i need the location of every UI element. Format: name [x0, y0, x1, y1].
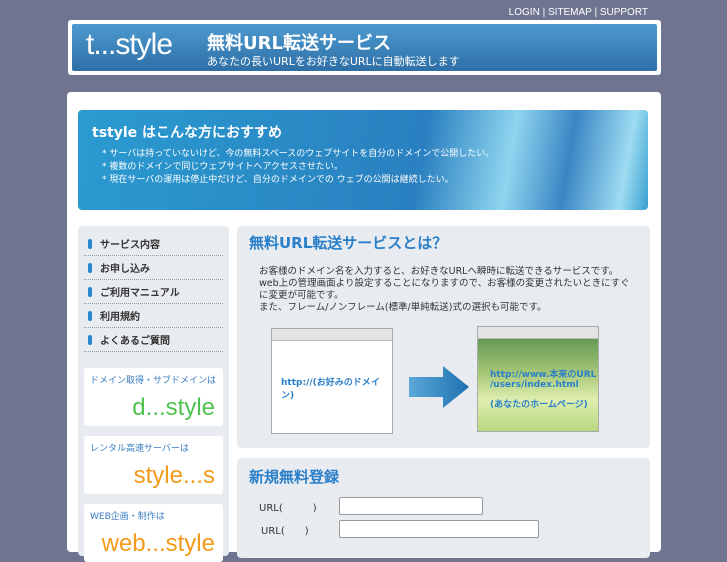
nav-label: サービス内容: [100, 240, 160, 251]
ad-dstyle[interactable]: ドメイン取得・サブドメインは d...style: [84, 368, 223, 426]
sitemap-link[interactable]: SITEMAP: [548, 7, 592, 18]
site-title: 無料URL転送サービス: [207, 33, 391, 54]
sidebar: サービス内容 お申し込み ご利用マニュアル 利用規約 よくあるご質問 ドメイン取…: [78, 226, 229, 562]
bullet-icon: [88, 334, 92, 345]
bullet-icon: [88, 238, 92, 249]
bullet-icon: [88, 310, 92, 321]
after-label-url: http://www.本来のURL: [490, 370, 597, 380]
ad-logo: d...style: [132, 394, 215, 421]
nav-terms[interactable]: 利用規約: [84, 304, 223, 328]
nav-faq[interactable]: よくあるご質問: [84, 328, 223, 352]
banner-title: tstyle はこんな方におすすめ: [92, 125, 283, 141]
ad-title: WEB企画・制作は: [90, 512, 165, 522]
banner: tstyle はこんな方におすすめ * サーバは持っていないけど、今の無料スペー…: [78, 110, 648, 210]
about-section: 無料URL転送サービスとは？ お客様のドメイン名を入力すると、お好きなURLへ瞬…: [237, 226, 650, 448]
url-label: URL( ): [259, 502, 317, 514]
banner-item: * 現在サーバの運用は停止中だけど、自分のドメインでの ウェブの公開は継続したい…: [102, 175, 454, 185]
after-label-home: (あなたのホームページ): [490, 400, 588, 410]
register-title: 新規無料登録: [249, 468, 340, 486]
about-title: 無料URL転送サービスとは？: [249, 234, 448, 252]
ad-title: レンタル高速サーバーは: [90, 444, 189, 454]
arrow-right-icon: [409, 366, 469, 408]
url-label: URL( ): [261, 525, 309, 537]
banner-item: * 複数のドメインで同じウェブサイトへアクセスさせたい。: [102, 162, 343, 172]
register-section: 新規無料登録 URL( ) URL( ): [237, 458, 650, 558]
header: t...style 無料URL転送サービス あなたの長いURLをお好きなURLに…: [68, 20, 661, 75]
nav-service[interactable]: サービス内容: [84, 232, 223, 256]
site-subtitle: あなたの長いURLをお好きなURLに自動転送します: [207, 55, 460, 68]
after-label-path: /users/index.html: [490, 380, 579, 390]
nav-label: よくあるご質問: [100, 336, 170, 347]
nav-label: お申し込み: [100, 264, 150, 275]
top-links: LOGIN | SITEMAP | SUPPORT: [508, 7, 648, 18]
ad-title: ドメイン取得・サブドメインは: [90, 376, 217, 386]
bullet-icon: [88, 262, 92, 273]
url-input-1[interactable]: [339, 497, 483, 515]
login-link[interactable]: LOGIN: [509, 7, 540, 18]
nav-apply[interactable]: お申し込み: [84, 256, 223, 280]
banner-item: * サーバは持っていないけど、今の無料スペースのウェブサイトを自分のドメインで公…: [102, 149, 495, 159]
nav-label: ご利用マニュアル: [100, 288, 180, 299]
nav-manual[interactable]: ご利用マニュアル: [84, 280, 223, 304]
bullet-icon: [88, 286, 92, 297]
browser-after-image: http://www.本来のURL /users/index.html (あなた…: [477, 326, 599, 432]
support-link[interactable]: SUPPORT: [600, 7, 648, 18]
before-label: http://(お好みのドメイン): [281, 378, 380, 401]
ad-styles[interactable]: レンタル高速サーバーは style...s: [84, 436, 223, 494]
ad-logo: web...style: [101, 530, 215, 557]
ad-logo: style...s: [133, 462, 215, 489]
browser-before-image: http://(お好みのドメイン): [271, 328, 393, 434]
ad-webstyle[interactable]: WEB企画・制作は web...style: [84, 504, 223, 562]
main-panel: tstyle はこんな方におすすめ * サーバは持っていないけど、今の無料スペー…: [67, 92, 661, 562]
nav-label: 利用規約: [100, 312, 140, 323]
url-input-2[interactable]: [339, 520, 539, 538]
logo[interactable]: t...style: [86, 28, 173, 62]
about-text: お客様のドメイン名を入力すると、お好きなURLへ瞬時に転送できるサービスです。 w…: [259, 266, 630, 313]
